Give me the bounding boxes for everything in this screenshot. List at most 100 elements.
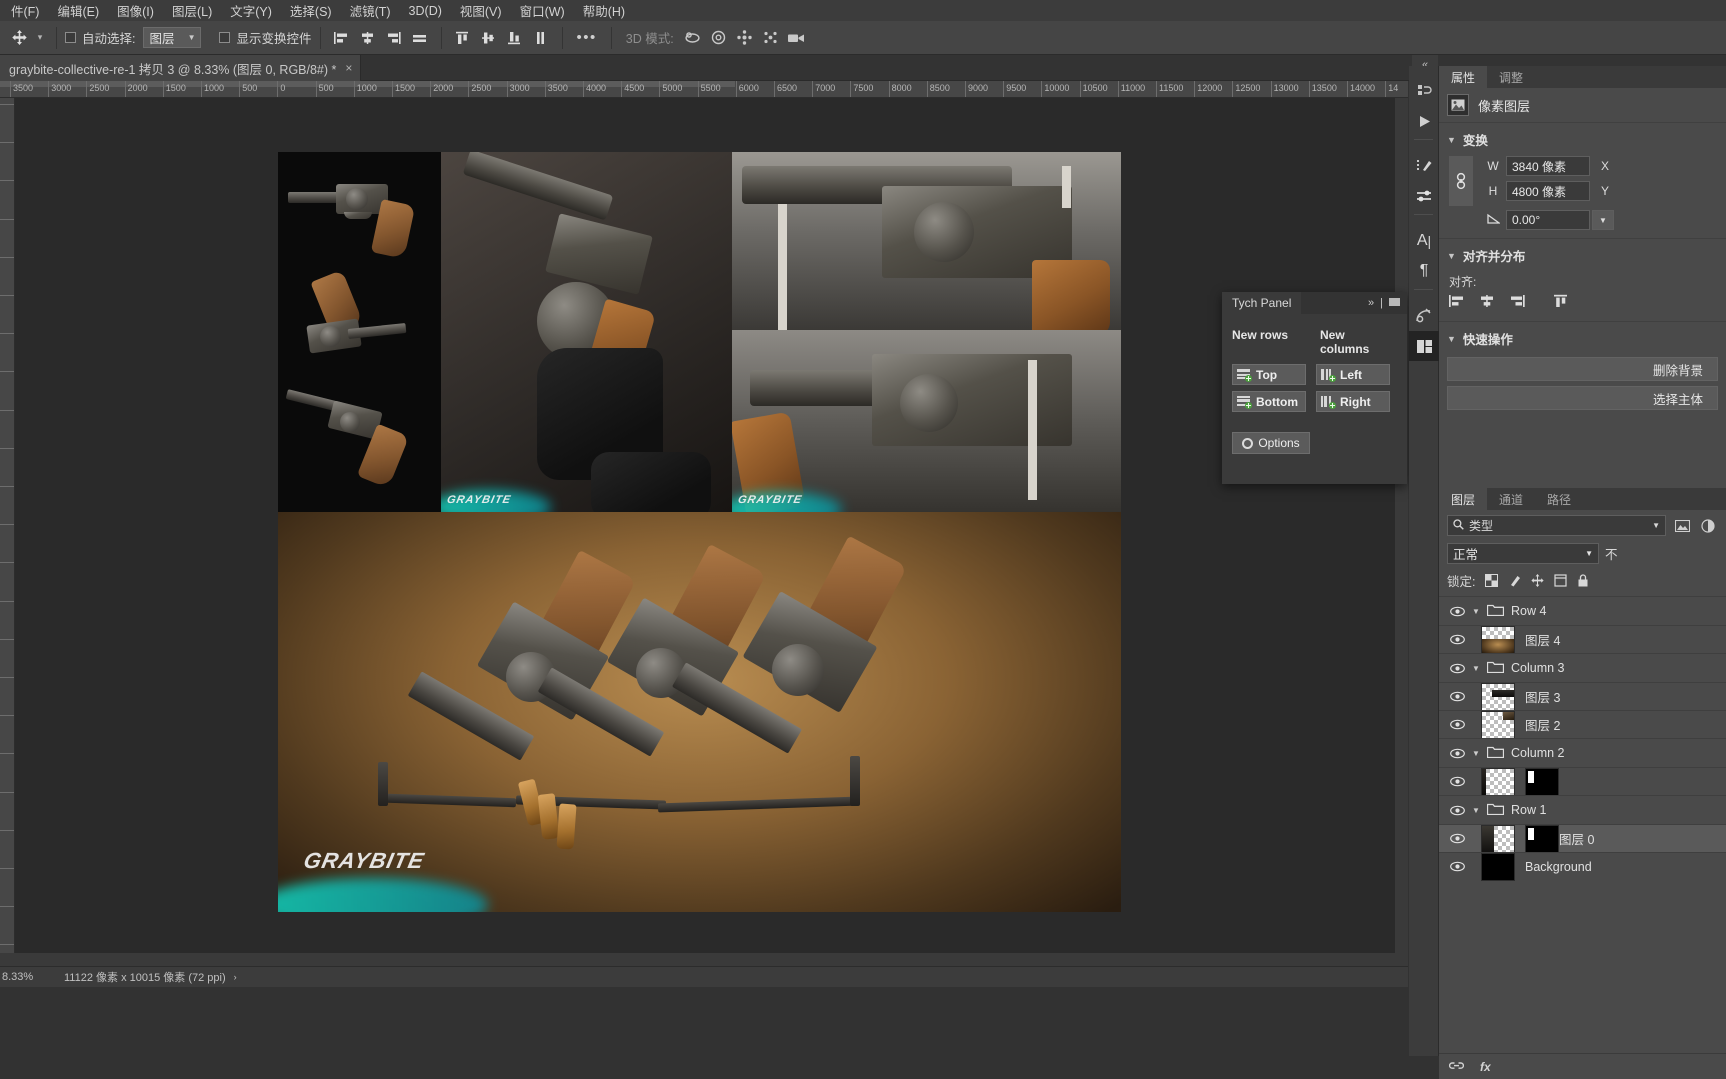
tab-paths[interactable]: 路径	[1535, 488, 1584, 510]
layer-row[interactable]: 图层 4	[1439, 625, 1726, 654]
layer-group-row[interactable]: ▼ Column 2	[1439, 738, 1726, 767]
layer-visibility-eye-icon[interactable]	[1445, 691, 1469, 702]
layer-visibility-eye-icon[interactable]	[1445, 748, 1469, 759]
move-tool-icon[interactable]	[6, 25, 32, 51]
menu-item-image[interactable]: 图像(I)	[108, 0, 163, 22]
panel-menu-icon[interactable]	[1389, 297, 1400, 310]
layer-visibility-eye-icon[interactable]	[1445, 719, 1469, 730]
layer-group-row[interactable]: ▼ Column 3	[1439, 653, 1726, 682]
3d-camera-icon[interactable]	[784, 25, 810, 51]
sliders-icon[interactable]	[1409, 181, 1439, 211]
link-layers-icon[interactable]	[1448, 1060, 1465, 1074]
filter-image-icon[interactable]	[1672, 516, 1692, 536]
adjustments-brush-icon[interactable]	[1409, 151, 1439, 181]
layer-visibility-eye-icon[interactable]	[1445, 776, 1469, 787]
menu-item-window[interactable]: 窗口(W)	[511, 0, 574, 22]
angle-input[interactable]: 0.00°	[1506, 210, 1590, 230]
layer-visibility-eye-icon[interactable]	[1445, 833, 1469, 844]
layer-group-row[interactable]: ▼ Row 1	[1439, 795, 1726, 824]
layer-row[interactable]	[1439, 767, 1726, 796]
layer-thumbnail[interactable]	[1481, 710, 1515, 739]
remove-background-button[interactable]: 删除背景	[1447, 357, 1718, 381]
status-zoom-level[interactable]: 8.33%	[2, 971, 58, 983]
tab-properties[interactable]: 属性	[1439, 66, 1488, 88]
tych-collapse-icon[interactable]: »	[1368, 297, 1374, 309]
add-row-bottom-button[interactable]: Bottom	[1232, 391, 1306, 412]
character-icon[interactable]: A |	[1409, 226, 1439, 256]
add-row-top-button[interactable]: Top	[1232, 364, 1306, 385]
paths-select-icon[interactable]	[1409, 301, 1439, 331]
align-horizontal-distribute-icon[interactable]	[407, 25, 433, 51]
lock-position-icon[interactable]	[1530, 574, 1544, 588]
artboard[interactable]: GRAYBITE GRAYBITE GRAYBITE	[278, 152, 1121, 912]
close-icon[interactable]: ×	[345, 61, 352, 75]
tool-preset-chevron-icon[interactable]: ▾	[32, 25, 48, 51]
filter-adjustment-icon[interactable]	[1698, 516, 1718, 536]
menu-item-edit[interactable]: 编辑(E)	[48, 0, 108, 22]
layer-visibility-eye-icon[interactable]	[1445, 861, 1469, 872]
play-actions-icon[interactable]	[1409, 106, 1439, 136]
paragraph-icon[interactable]: ¶	[1409, 256, 1439, 286]
align-right-edges-icon[interactable]	[381, 25, 407, 51]
align-top-edges-icon[interactable]	[450, 25, 476, 51]
layer-style-fx-icon[interactable]: fx	[1480, 1060, 1491, 1074]
layer-group-row[interactable]: ▼ Row 4	[1439, 596, 1726, 625]
canvas-area[interactable]: GRAYBITE GRAYBITE GRAYBITE	[15, 98, 1408, 953]
lock-all-icon[interactable]	[1576, 574, 1590, 588]
layer-row[interactable]: 图层 3	[1439, 682, 1726, 711]
align-vertical-distribute-icon[interactable]	[528, 25, 554, 51]
tab-channels[interactable]: 通道	[1487, 488, 1536, 510]
canvas-horizontal-scrollbar[interactable]	[0, 953, 1408, 966]
layer-thumbnail[interactable]	[1481, 625, 1515, 654]
tych-panel-icon[interactable]	[1409, 331, 1439, 361]
layer-row[interactable]: 图层 2	[1439, 710, 1726, 739]
vertical-ruler[interactable]	[0, 98, 15, 953]
align-right-edges-icon[interactable]	[1509, 294, 1525, 311]
align-bottom-edges-icon[interactable]	[502, 25, 528, 51]
tych-panel-tab[interactable]: Tych Panel	[1222, 292, 1302, 314]
layer-visibility-eye-icon[interactable]	[1445, 634, 1469, 645]
tych-options-button[interactable]: Options	[1232, 432, 1310, 454]
layer-visibility-eye-icon[interactable]	[1445, 663, 1469, 674]
menu-item-help[interactable]: 帮助(H)	[574, 0, 634, 22]
align-horizontal-centers-icon[interactable]	[355, 25, 381, 51]
layer-thumbnail[interactable]	[1481, 852, 1515, 881]
layer-filter-type-dropdown[interactable]: 类型 ▼	[1447, 515, 1666, 536]
show-transform-controls-checkbox[interactable]	[219, 32, 231, 43]
menu-item-3d[interactable]: 3D(D)	[400, 2, 451, 20]
blend-mode-dropdown[interactable]: 正常 ▼	[1447, 543, 1599, 564]
more-options-button[interactable]: •••	[571, 29, 603, 46]
select-subject-button[interactable]: 选择主体	[1447, 386, 1718, 410]
align-left-edges-icon[interactable]	[329, 25, 355, 51]
tab-layers[interactable]: 图层	[1439, 488, 1488, 510]
lock-image-pixels-icon[interactable]	[1507, 574, 1521, 588]
width-input[interactable]: 3840 像素	[1506, 156, 1590, 176]
align-top-edges-icon[interactable]	[1553, 294, 1569, 311]
menu-item-file[interactable]: 件(F)	[2, 0, 48, 22]
document-tab[interactable]: graybite-collective-re-1 拷贝 3 @ 8.33% (图…	[0, 55, 362, 81]
lock-transparent-pixels-icon[interactable]	[1484, 574, 1498, 588]
layer-mask-thumbnail[interactable]	[1525, 824, 1559, 853]
layer-thumbnail[interactable]	[1481, 767, 1515, 796]
menu-item-filter[interactable]: 滤镜(T)	[341, 0, 400, 22]
group-expand-chevron-icon[interactable]: ▼	[1469, 664, 1483, 673]
align-left-edges-icon[interactable]	[1449, 294, 1465, 311]
align-horizontal-centers-icon[interactable]	[1479, 294, 1495, 311]
canvas-vertical-scrollbar[interactable]	[1395, 98, 1418, 953]
link-aspect-ratio-icon[interactable]	[1449, 156, 1473, 206]
angle-dropdown-chevron-icon[interactable]: ▼	[1592, 210, 1614, 230]
add-column-right-button[interactable]: Right	[1316, 391, 1390, 412]
group-expand-chevron-icon[interactable]: ▼	[1469, 806, 1483, 815]
lock-artboard-nesting-icon[interactable]	[1553, 574, 1567, 588]
auto-select-checkbox[interactable]	[65, 32, 76, 43]
layer-thumbnail[interactable]	[1481, 682, 1515, 711]
menu-item-view[interactable]: 视图(V)	[451, 0, 511, 22]
quick-actions-section-header[interactable]: ▼ 快速操作	[1439, 321, 1726, 352]
group-expand-chevron-icon[interactable]: ▼	[1469, 607, 1483, 616]
layer-row[interactable]: Background	[1439, 852, 1726, 881]
tab-adjustments[interactable]: 调整	[1487, 66, 1536, 88]
history-icon[interactable]	[1409, 76, 1439, 106]
layer-row[interactable]: 图层 0	[1439, 824, 1726, 853]
3d-pan-icon[interactable]	[732, 25, 758, 51]
add-column-left-button[interactable]: Left	[1316, 364, 1390, 385]
